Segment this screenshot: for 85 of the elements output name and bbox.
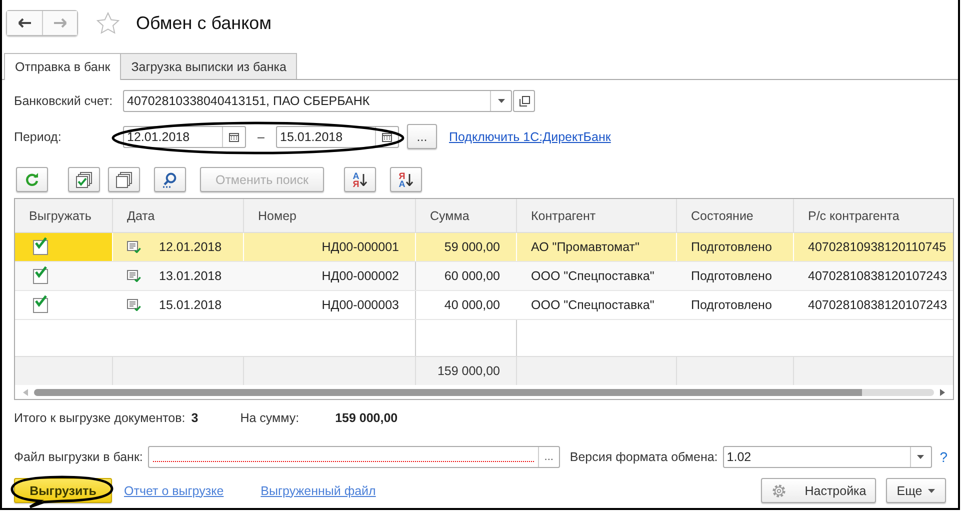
dropdown-icon (917, 455, 924, 459)
calendar-icon (382, 132, 392, 142)
table-cell: 13.01.2018 (159, 269, 222, 283)
star-icon[interactable] (96, 12, 120, 34)
table-row[interactable]: 13.01.2018 НД00-000002 60 000,00 ООО "Спецпоставка" Подготовлено 40702810838120107243 (15, 262, 953, 291)
field-label: Банковский счет: (14, 94, 114, 108)
tab[interactable]: Отправка в банк (4, 53, 122, 80)
checkbox[interactable] (33, 240, 48, 254)
scroll-left-icon[interactable] (23, 388, 28, 396)
sort-button[interactable]: А Я (344, 167, 376, 192)
table-row[interactable]: 12.01.2018 НД00-000001 59 000,00 АО "Промавтомат" Подготовлено 40702810938120110745 (15, 233, 953, 262)
table-cell-text: ООО "Спецпоставка" (530, 268, 656, 285)
table-cell-text: НД00-000003 (320, 297, 400, 314)
report-link[interactable]: Выгруженный файл (260, 484, 376, 498)
table-cell-text: Подготовлено (690, 297, 773, 314)
column-header[interactable]: Дата (112, 199, 243, 232)
table-cell: НД00-000001 (243, 233, 415, 261)
date-from-field[interactable]: 12.01.2018 (123, 126, 246, 148)
uncheck-all-button[interactable] (108, 167, 140, 192)
table-cell-text: НД00-000002 (320, 268, 400, 285)
arrow-left-icon (18, 18, 32, 28)
column-header[interactable]: Контрагент (516, 199, 676, 232)
bank-account-field[interactable]: 40702810338040413151, ПАО СБЕРБАНК (123, 90, 512, 112)
connect-link[interactable]: Подключить 1С:ДиректБанк (449, 130, 611, 144)
dropdown-icon (498, 99, 504, 103)
column-header[interactable]: Номер (243, 199, 415, 232)
caret-icon (928, 488, 936, 492)
export-file-field[interactable]: ... (148, 446, 560, 468)
refresh-button[interactable] (16, 167, 48, 192)
table-cell: 59 000,00 (415, 233, 516, 261)
date-to-field[interactable]: 15.01.2018 (276, 126, 399, 148)
table-cell-text: 40702810838120107243 (807, 268, 948, 285)
field-label: Файл выгрузки в банк: (14, 450, 143, 464)
column-header[interactable]: Выгружать (15, 199, 112, 232)
refresh-icon (25, 172, 39, 186)
field-label: Версия формата обмена: (570, 450, 718, 464)
table-cell-text: Подготовлено (690, 268, 773, 285)
total-sum: 159 000,00 (335, 411, 398, 425)
checkbox[interactable] (33, 268, 48, 284)
settings-button[interactable]: Настройка (761, 478, 876, 503)
window-title: Обмен с банком (136, 12, 272, 34)
posted-document-icon (127, 299, 141, 311)
table-cell: АО "Промавтомат" (516, 233, 676, 261)
range-dash: – (256, 130, 266, 144)
format-version-field[interactable]: 1.02 (722, 446, 932, 468)
summary-label: На сумму: (240, 411, 300, 425)
scroll-right-icon[interactable] (940, 388, 945, 396)
search-button[interactable] (154, 167, 186, 192)
table-cell-text: ООО "Спецпоставка" (530, 297, 656, 314)
sort-button[interactable]: Я А (390, 167, 422, 192)
table-cell: 12.01.2018 (159, 240, 222, 254)
table-cell: 15.01.2018 (159, 298, 222, 312)
report-link[interactable]: Отчет о выгрузке (124, 484, 224, 498)
empty-checkbox-stack-icon (116, 172, 132, 188)
period-choose-button[interactable]: ... (407, 124, 437, 149)
help-link[interactable]: ? (940, 449, 948, 465)
scrollbar-thumb[interactable] (34, 388, 934, 396)
settings-icon (770, 482, 787, 498)
field-label: Период: (14, 130, 62, 144)
arrow-down-icon (360, 174, 368, 186)
column-header[interactable]: Р/с контрагента (793, 199, 953, 232)
calendar-icon (229, 132, 239, 142)
table-cell: 40702810938120110745 (793, 233, 953, 261)
tab[interactable]: Загрузка выписки из банка (120, 53, 298, 79)
table-cell: Подготовлено (676, 233, 793, 261)
table-cell-text: 40702810838120107243 (807, 297, 948, 314)
column-header[interactable]: Сумма (415, 199, 516, 232)
open-button[interactable] (513, 90, 535, 112)
posted-document-icon (127, 270, 141, 282)
more-button[interactable]: Еще (886, 478, 946, 503)
back-button[interactable] (7, 11, 42, 35)
column-header[interactable]: Состояние (676, 199, 793, 232)
check-all-button[interactable] (68, 167, 100, 192)
document-count: 3 (191, 411, 198, 425)
summary-label: Итого к выгрузке документов: (14, 411, 186, 425)
table-cell: 60 000,00 (415, 262, 516, 290)
table-cell: 40 000,00 (415, 291, 516, 319)
checkbox[interactable] (33, 298, 48, 312)
checkbox-stack-icon (76, 172, 92, 188)
arrow-right-icon (53, 18, 67, 28)
search-icon (162, 172, 178, 188)
open-window-icon (518, 96, 530, 106)
table-row[interactable]: 15.01.2018 НД00-000003 40 000,00 ООО "Спецпоставка" Подготовлено 40702810838120107243 (15, 291, 953, 320)
posted-document-icon (127, 241, 141, 253)
arrow-down-icon (406, 174, 414, 186)
